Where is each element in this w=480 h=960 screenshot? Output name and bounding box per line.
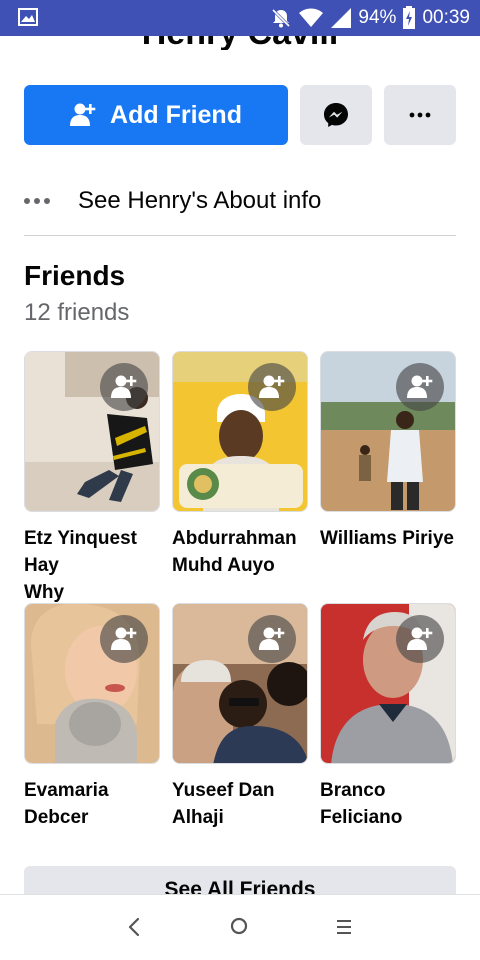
clock: 00:39 [422, 7, 470, 28]
battery-percent: 94% [358, 7, 397, 28]
more-options-button[interactable] [384, 85, 456, 145]
friend-photo[interactable] [172, 603, 308, 764]
battery-icon [403, 6, 416, 29]
add-friend-icon[interactable] [248, 615, 296, 663]
friend-name[interactable]: Yuseef Dan Alhaji [172, 777, 308, 831]
mute-icon [272, 8, 291, 28]
ellipsis-icon [24, 198, 54, 204]
status-bar: 94% 00:39 [0, 0, 480, 36]
about-info-link[interactable]: See Henry's About info [24, 182, 456, 220]
messenger-icon [324, 103, 348, 127]
friend-photo[interactable] [172, 351, 308, 512]
section-divider [24, 235, 456, 236]
profile-actions: Add Friend [24, 85, 456, 145]
friends-count: 12 friends [24, 299, 130, 326]
gallery-icon [18, 8, 38, 26]
back-icon[interactable] [124, 915, 144, 939]
friend-card[interactable]: Branco Feliciano [320, 603, 456, 831]
about-info-label: See Henry's About info [78, 187, 322, 214]
friend-photo[interactable] [320, 603, 456, 764]
add-friend-icon[interactable] [100, 615, 148, 663]
wifi-icon [299, 8, 324, 27]
friend-card[interactable]: Williams Piriye [320, 351, 456, 552]
friend-card[interactable]: Evamaria Debcer [24, 603, 160, 831]
add-friend-icon[interactable] [100, 363, 148, 411]
friend-photo[interactable] [320, 351, 456, 512]
recent-apps-icon[interactable] [334, 917, 354, 937]
add-friend-icon[interactable] [396, 363, 444, 411]
add-friend-button[interactable]: Add Friend [24, 85, 288, 145]
friend-name[interactable]: Williams Piriye [320, 525, 456, 552]
more-icon [409, 112, 431, 118]
friend-name[interactable]: Abdurrahman Muhd Auyo [172, 525, 308, 579]
friend-card[interactable]: Yuseef Dan Alhaji [172, 603, 308, 831]
friends-section-title: Friends [24, 260, 126, 291]
friend-card[interactable]: Abdurrahman Muhd Auyo [172, 351, 308, 579]
friend-name[interactable]: Evamaria Debcer [24, 777, 160, 831]
friend-photo[interactable] [24, 351, 160, 512]
signal-icon [331, 8, 352, 28]
profile-name: Henry Cavill [0, 36, 480, 50]
friend-card[interactable]: Etz Yinquest Hay Why [24, 351, 160, 606]
profile-name-clip: Henry Cavill [0, 36, 480, 50]
add-friend-icon[interactable] [248, 363, 296, 411]
add-friend-label: Add Friend [110, 100, 242, 129]
messenger-button[interactable] [300, 85, 372, 145]
add-friend-icon [70, 103, 96, 126]
friend-name[interactable]: Branco Feliciano [320, 777, 456, 831]
system-navigation-bar [0, 894, 480, 960]
add-friend-icon[interactable] [396, 615, 444, 663]
friend-photo[interactable] [24, 603, 160, 764]
home-icon[interactable] [229, 916, 249, 936]
friend-name[interactable]: Etz Yinquest Hay Why [24, 525, 160, 606]
